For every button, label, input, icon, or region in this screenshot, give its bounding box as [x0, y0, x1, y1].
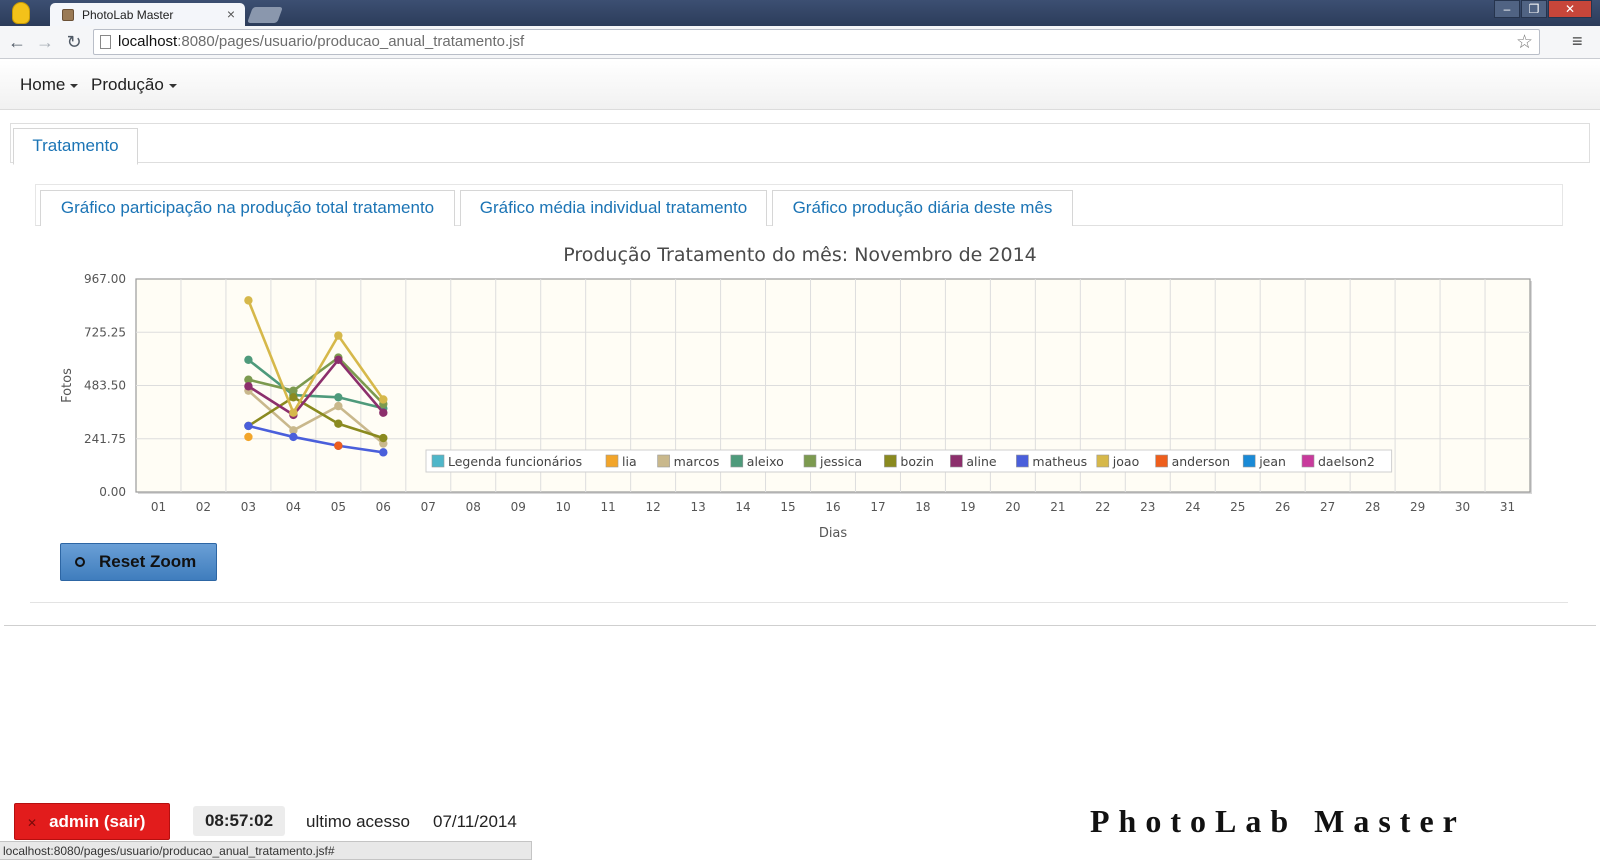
line-chart[interactable]: 0.00 241.75 483.50 725.25 967.00 01 02 03 04 05 06… — [0, 0, 1600, 560]
x-tick-label: 08 — [466, 500, 481, 514]
legend-label: daelson2 — [1318, 454, 1375, 469]
x-tick-label: 26 — [1275, 500, 1290, 514]
legend-swatch — [431, 454, 445, 468]
status-bar: localhost:8080/pages/usuario/producao_an… — [0, 841, 532, 860]
data-point-aleixo — [334, 393, 343, 402]
legend-swatch — [605, 454, 619, 468]
x-tick-label: 23 — [1140, 500, 1155, 514]
y-tick-label: 483.50 — [84, 379, 126, 393]
x-tick-label: 02 — [196, 500, 211, 514]
x-tick-label: 28 — [1365, 500, 1380, 514]
x-tick-label: 31 — [1500, 500, 1515, 514]
x-tick-label: 25 — [1230, 500, 1245, 514]
y-tick-label: 241.75 — [84, 432, 126, 446]
x-tick-label: 05 — [331, 500, 346, 514]
legend-label: Legenda funcionários — [448, 454, 582, 469]
x-tick-label: 18 — [915, 500, 930, 514]
data-point-bozin — [334, 419, 343, 428]
legend-swatch — [803, 454, 817, 468]
x-tick-label: 04 — [286, 500, 301, 514]
data-point-matheus — [379, 448, 388, 457]
x-tick-label: 19 — [960, 500, 975, 514]
legend-label: jessica — [819, 454, 862, 469]
data-point-aleixo — [244, 355, 253, 365]
x-tick-label: 16 — [825, 500, 840, 514]
logout-button[interactable]: ✕ admin (sair) — [14, 803, 170, 840]
legend-swatch — [730, 454, 744, 468]
x-tick-label: 29 — [1410, 500, 1425, 514]
x-tick-label: 24 — [1185, 500, 1200, 514]
legend-swatch — [1016, 454, 1029, 468]
x-tick-label: 07 — [421, 500, 436, 514]
y-tick-label: 967.00 — [84, 272, 126, 286]
x-tick-label: 27 — [1320, 500, 1335, 514]
data-point-anderson — [334, 441, 343, 450]
data-point-lia — [244, 432, 253, 442]
brand-logo-text: PhotoLab Master — [1090, 803, 1466, 839]
x-tick-label: 01 — [151, 500, 166, 514]
y-tick-label: 725.25 — [84, 325, 126, 339]
data-point-matheus — [244, 421, 253, 431]
x-tick-label: 06 — [376, 500, 391, 514]
x-tick-label: 20 — [1005, 500, 1020, 514]
x-tick-label: 09 — [511, 500, 526, 514]
close-icon: ✕ — [27, 816, 38, 830]
legend-label: lia — [622, 454, 637, 469]
x-tick-label: 30 — [1455, 500, 1470, 514]
x-axis-label: Dias — [819, 526, 848, 541]
legend-label: anderson — [1172, 454, 1230, 469]
y-axis-label: Fotos — [60, 368, 75, 403]
data-point-aline — [379, 408, 388, 417]
data-point-aline — [244, 382, 253, 391]
x-tick-label: 13 — [690, 500, 705, 514]
legend-swatch — [1301, 454, 1315, 468]
logout-label: admin (sair) — [49, 812, 146, 831]
legend-label: aleixo — [747, 454, 784, 469]
legend-label: joao — [1112, 454, 1139, 469]
x-tick-label: 22 — [1095, 500, 1110, 514]
last-access-label: ultimo acesso — [306, 812, 410, 831]
session-clock: 08:57:02 — [193, 806, 285, 836]
data-point-bozin — [289, 393, 298, 402]
x-tick-label: 12 — [645, 500, 660, 514]
data-point-joao — [244, 296, 253, 305]
data-point-joao — [289, 408, 298, 417]
legend-swatch — [950, 454, 963, 468]
data-point-joao — [334, 331, 343, 340]
data-point-bozin — [379, 433, 388, 443]
data-point-matheus — [289, 432, 298, 442]
legend-label: marcos — [674, 454, 720, 469]
x-tick-label: 10 — [556, 500, 571, 514]
reset-zoom-label: Reset Zoom — [99, 552, 197, 571]
legend-label: aline — [966, 454, 997, 469]
y-tick-label: 0.00 — [99, 485, 126, 499]
legend-label: jean — [1258, 454, 1286, 469]
legend-swatch — [1096, 454, 1110, 468]
legend-swatch — [884, 454, 897, 468]
legend-swatch — [1155, 454, 1168, 468]
legend-swatch — [657, 454, 670, 468]
data-point-joao — [379, 395, 388, 404]
ban-icon — [75, 557, 85, 567]
legend-swatch — [1242, 454, 1256, 468]
x-tick-label: 03 — [241, 500, 256, 514]
last-access-date: 07/11/2014 — [433, 812, 517, 831]
x-tick-label: 21 — [1050, 500, 1065, 514]
x-tick-label: 17 — [870, 500, 885, 514]
divider — [4, 625, 1596, 626]
reset-zoom-button[interactable]: Reset Zoom — [60, 543, 217, 581]
x-tick-label: 15 — [780, 500, 795, 514]
legend-label: bozin — [900, 454, 934, 469]
divider — [30, 602, 1568, 603]
data-point-aline — [334, 355, 343, 365]
x-tick-label: 14 — [735, 500, 750, 514]
data-point-marcos — [334, 401, 343, 411]
legend-label: matheus — [1032, 454, 1087, 469]
x-tick-label: 11 — [601, 500, 616, 514]
